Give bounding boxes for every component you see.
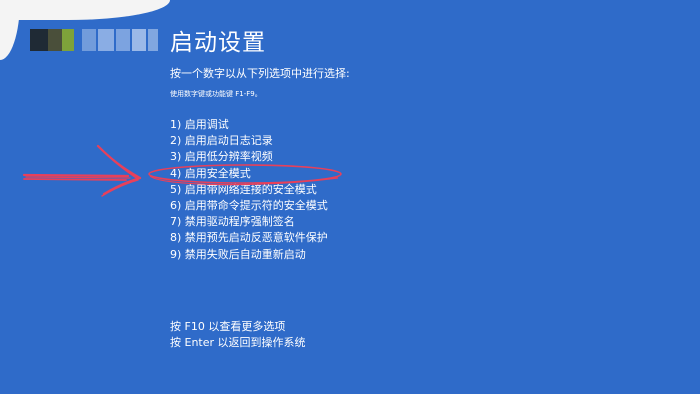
- option-enable-safe-mode[interactable]: 4) 启用安全模式: [170, 166, 328, 182]
- option-disable-auto-restart[interactable]: 9) 禁用失败后自动重新启动: [170, 247, 328, 263]
- photo-edge: [0, 0, 170, 20]
- option-safe-mode-networking[interactable]: 5) 启用带网络连接的安全模式: [170, 182, 328, 198]
- photo-edge-corner: [0, 0, 20, 60]
- option-enable-boot-logging[interactable]: 2) 启用启动日志记录: [170, 133, 328, 149]
- option-disable-early-antimalware[interactable]: 8) 禁用预先启动反恶意软件保护: [170, 230, 328, 246]
- option-enable-debugging[interactable]: 1) 启用调试: [170, 117, 328, 133]
- red-arrow-icon: [22, 144, 142, 197]
- option-safe-mode-command-prompt[interactable]: 6) 启用带命令提示符的安全模式: [170, 198, 328, 214]
- boot-options-list: 1) 启用调试 2) 启用启动日志记录 3) 启用低分辨率视频 4) 启用安全模…: [170, 117, 328, 263]
- instruction-text: 按一个数字以从下列选项中进行选择:: [170, 67, 350, 80]
- footer-instructions: 按 F10 以查看更多选项 按 Enter 以返回到操作系统: [170, 319, 306, 351]
- option-disable-driver-signature[interactable]: 7) 禁用驱动程序强制签名: [170, 214, 328, 230]
- red-annotation: [22, 144, 342, 197]
- blurred-logo: [30, 29, 160, 51]
- boot-settings-screen: 启动设置 按一个数字以从下列选项中进行选择: 使用数字键或功能键 F1-F9。 …: [0, 0, 700, 394]
- key-hint-text: 使用数字键或功能键 F1-F9。: [170, 90, 262, 98]
- return-os-hint: 按 Enter 以返回到操作系统: [170, 336, 306, 349]
- page-title: 启动设置: [170, 30, 266, 56]
- more-options-hint: 按 F10 以查看更多选项: [170, 320, 286, 333]
- option-enable-low-resolution-video[interactable]: 3) 启用低分辨率视频: [170, 149, 328, 165]
